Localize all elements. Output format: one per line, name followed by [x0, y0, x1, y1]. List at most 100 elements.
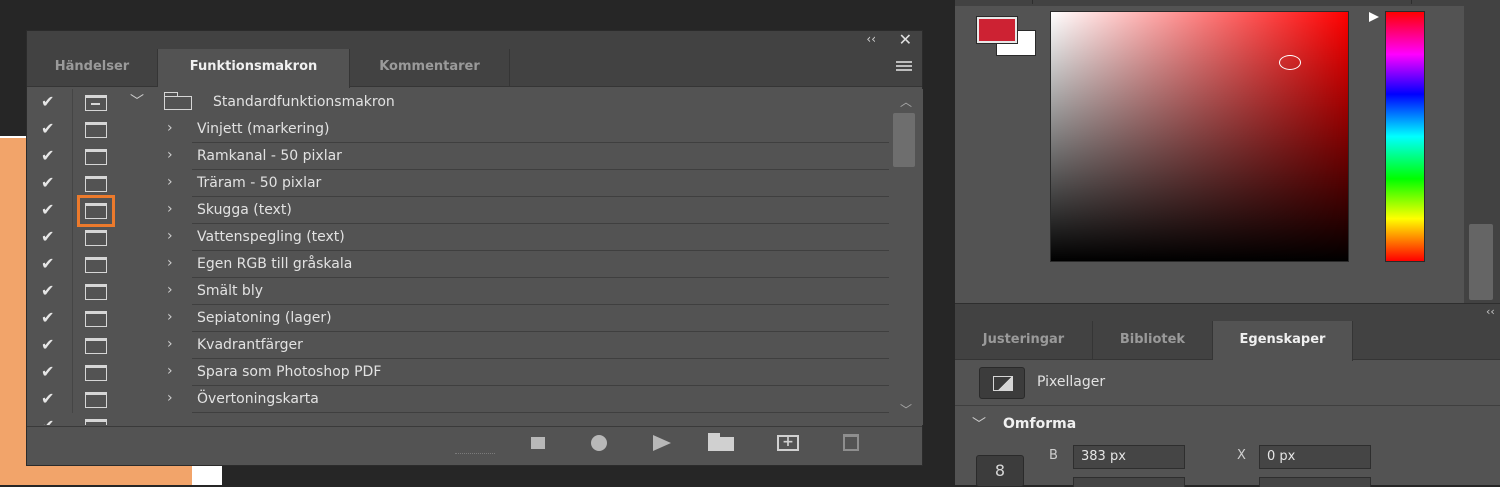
check-icon[interactable]: ✔: [41, 416, 54, 425]
tab-kommentarer[interactable]: Kommentarer: [350, 49, 510, 87]
action-row[interactable]: ✔ › Övertoningskarta: [27, 386, 889, 413]
chevron-down-icon[interactable]: ﹀: [972, 414, 986, 434]
column-divider: [72, 143, 73, 170]
check-icon[interactable]: ✔: [41, 254, 54, 273]
check-icon[interactable]: ✔: [41, 362, 54, 381]
dialog-toggle-icon[interactable]: [85, 365, 107, 381]
new-action-icon[interactable]: +: [777, 432, 799, 454]
tab-handelser[interactable]: Händelser: [27, 49, 158, 87]
column-divider: [72, 89, 73, 116]
check-icon[interactable]: ✔: [41, 335, 54, 354]
chevron-right-icon[interactable]: ›: [167, 390, 173, 406]
check-icon[interactable]: ✔: [41, 308, 54, 327]
action-row[interactable]: ✔ › Skugga (text): [27, 195, 889, 227]
layer-type-label: Pixellager: [1037, 374, 1106, 390]
action-label: Vinjett (markering): [197, 121, 330, 137]
y-field[interactable]: [1259, 477, 1371, 487]
check-icon[interactable]: ✔: [41, 119, 54, 138]
color-saturation-field[interactable]: [1050, 11, 1349, 262]
column-divider: [72, 386, 73, 413]
dialog-toggle-icon[interactable]: [85, 230, 107, 246]
dialog-toggle-icon[interactable]: [85, 122, 107, 138]
tab-egenskaper[interactable]: Egenskaper: [1213, 321, 1353, 361]
dialog-toggle-icon[interactable]: [77, 195, 115, 227]
dialog-toggle-icon[interactable]: [85, 338, 107, 354]
dialog-toggle-icon[interactable]: [85, 95, 107, 111]
transform-section-title[interactable]: Omforma: [1003, 416, 1076, 432]
chevron-right-icon[interactable]: ›: [167, 174, 173, 190]
x-field[interactable]: 0 px: [1259, 445, 1371, 469]
tab-funktionsmakron[interactable]: Funktionsmakron: [158, 49, 350, 88]
chevron-right-icon[interactable]: ›: [167, 147, 173, 163]
check-icon[interactable]: ✔: [41, 281, 54, 300]
action-row[interactable]: ✔ › Egen RGB till gråskala: [27, 251, 889, 278]
foreground-color-swatch[interactable]: [976, 16, 1018, 44]
action-row[interactable]: ✔ › Spara som Photoshop PDF: [27, 359, 889, 386]
height-field[interactable]: [1073, 477, 1185, 487]
tab-justeringar[interactable]: Justeringar: [955, 321, 1093, 360]
action-row[interactable]: ✔ › Kvadrantfärger: [27, 332, 889, 359]
column-divider: [72, 332, 73, 359]
check-icon[interactable]: ✔: [41, 200, 54, 219]
tab-bibliotek[interactable]: Bibliotek: [1093, 321, 1213, 360]
dialog-toggle-icon[interactable]: [85, 176, 107, 192]
action-row[interactable]: ✔ › Vinjett (markering): [27, 116, 889, 143]
check-icon[interactable]: ✔: [41, 173, 54, 192]
action-label: Träram - 50 pixlar: [197, 175, 322, 191]
column-divider: [72, 278, 73, 305]
play-icon[interactable]: [653, 432, 671, 454]
scroll-down-icon[interactable]: ﹀: [900, 401, 912, 418]
chevron-right-icon[interactable]: ›: [167, 201, 173, 217]
panel-menu-icon[interactable]: [896, 61, 912, 71]
column-divider: [72, 170, 73, 197]
stop-icon[interactable]: [531, 432, 545, 454]
check-icon[interactable]: ✔: [41, 227, 54, 246]
chevron-right-icon[interactable]: ›: [167, 282, 173, 298]
dialog-toggle-icon[interactable]: [85, 311, 107, 327]
hue-slider-arrow-icon[interactable]: [1369, 12, 1379, 22]
action-row[interactable]: ✔ › Ramkanal - 50 pixlar: [27, 143, 889, 170]
chevron-right-icon[interactable]: ›: [167, 363, 173, 379]
record-icon[interactable]: [591, 432, 607, 454]
chevron-right-icon[interactable]: ›: [167, 228, 173, 244]
width-field[interactable]: 383 px: [1073, 445, 1185, 469]
chevron-right-icon[interactable]: ›: [167, 309, 173, 325]
hue-slider[interactable]: [1385, 11, 1425, 262]
scroll-up-icon[interactable]: ︿: [900, 93, 912, 110]
pixel-layer-icon: [979, 367, 1025, 399]
dialog-toggle-icon[interactable]: [85, 257, 107, 273]
new-set-icon[interactable]: [708, 432, 734, 454]
color-picker-ring[interactable]: [1279, 55, 1301, 70]
dialog-toggle-icon[interactable]: [85, 392, 107, 408]
collapse-right-icon[interactable]: ‹‹: [1486, 305, 1495, 318]
collapse-panel-icon[interactable]: ‹‹: [866, 32, 876, 46]
scrollbar-thumb[interactable]: [893, 113, 915, 167]
action-row[interactable]: ✔ › Smält bly: [27, 278, 889, 305]
actions-list: ✔ ﹀ Standardfunktionsmakron ✔ › Vinjett (m…: [27, 89, 889, 425]
check-icon[interactable]: ✔: [41, 146, 54, 165]
chevron-right-icon[interactable]: ›: [167, 336, 173, 352]
column-divider: [72, 197, 73, 224]
chevron-right-icon[interactable]: ›: [167, 120, 173, 136]
link-dimensions-icon[interactable]: 8: [976, 455, 1024, 487]
action-row-partial[interactable]: ✔: [27, 413, 889, 425]
trash-icon[interactable]: [843, 432, 859, 454]
dialog-toggle-icon[interactable]: [85, 149, 107, 165]
chevron-right-icon[interactable]: ›: [167, 255, 173, 271]
action-row[interactable]: ✔ › Sepiatoning (lager): [27, 305, 889, 332]
right-scrollbar-thumb[interactable]: [1469, 224, 1493, 300]
width-label: B: [1049, 448, 1058, 463]
action-row[interactable]: ✔ › Träram - 50 pixlar: [27, 170, 889, 197]
action-label: Smält bly: [197, 283, 263, 299]
resize-grip[interactable]: [455, 453, 495, 456]
check-icon[interactable]: ✔: [41, 389, 54, 408]
chevron-down-icon[interactable]: ﹀: [130, 91, 144, 111]
action-row[interactable]: ✔ › Vattenspegling (text): [27, 224, 889, 251]
action-set-row[interactable]: ✔ ﹀ Standardfunktionsmakron: [27, 89, 889, 116]
action-label: Kvadrantfärger: [197, 337, 303, 353]
check-icon[interactable]: ✔: [41, 92, 54, 111]
color-panel-bottom-bar: [955, 303, 1500, 321]
dialog-toggle-icon[interactable]: [85, 284, 107, 300]
dialog-toggle-icon[interactable]: [85, 419, 107, 425]
close-panel-icon[interactable]: ✕: [899, 30, 912, 49]
